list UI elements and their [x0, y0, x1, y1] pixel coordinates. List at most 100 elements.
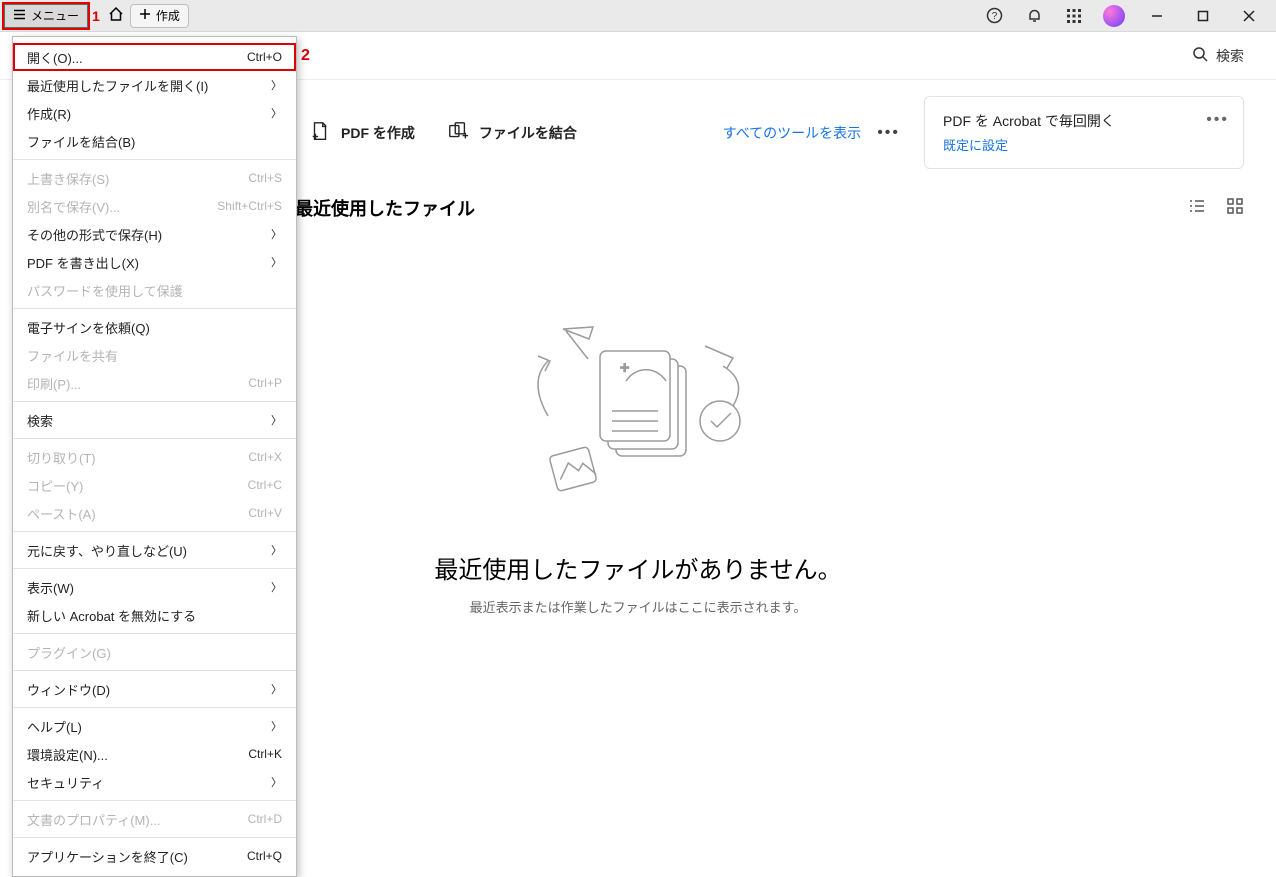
menu-item[interactable]: 元に戻す、やり直しなど(U) 〉	[13, 536, 296, 564]
titlebar: メニュー 1 作成 ?	[0, 0, 1276, 32]
menu-item: コピー(Y) Ctrl+C	[13, 471, 296, 499]
menu-separator	[13, 568, 296, 569]
chevron-right-icon: 〉	[271, 77, 282, 93]
menu-item-label: その他の形式で保存(H)	[27, 225, 162, 244]
window-close-button[interactable]	[1226, 0, 1272, 32]
menu-separator	[13, 438, 296, 439]
menu-item-label: ファイルを共有	[27, 346, 118, 365]
create-button-label: 作成	[156, 7, 180, 24]
create-pdf-icon	[309, 120, 331, 145]
menu-separator	[13, 837, 296, 838]
menu-separator	[13, 401, 296, 402]
menu-item-label: ウィンドウ(D)	[27, 680, 110, 699]
menu-item-label: プラグイン(G)	[27, 643, 111, 662]
menu-separator	[13, 531, 296, 532]
menu-item: ペースト(A)Ctrl+V	[13, 499, 296, 527]
menu-item[interactable]: その他の形式で保存(H)〉	[13, 220, 296, 248]
menu-item-shortcut: Ctrl+C	[248, 478, 282, 492]
tool-combine[interactable]: ファイルを結合	[443, 96, 581, 169]
apps-grid-icon[interactable]	[1054, 0, 1094, 32]
menu-item-label: 最近使用したファイルを開く(I)	[27, 76, 208, 95]
menu-item-shortcut: Ctrl+X	[248, 450, 282, 464]
chevron-right-icon: 〉	[271, 579, 282, 595]
menu-item-shortcut: Ctrl+S	[248, 171, 282, 185]
view-list-icon[interactable]	[1188, 197, 1206, 220]
menu-item[interactable]: 開く(O)... Ctrl+O	[13, 43, 296, 71]
menu-item[interactable]: ファイルを結合(B)	[13, 127, 296, 155]
menu-item[interactable]: 表示(W)〉	[13, 573, 296, 601]
menu-button[interactable]: メニュー	[4, 4, 88, 28]
chevron-right-icon: 〉	[271, 718, 282, 734]
promo-title: PDF を Acrobat で毎回開く	[943, 111, 1183, 131]
menu-item: 印刷(P)...Ctrl+P	[13, 369, 296, 397]
menu-button-label: メニュー	[31, 7, 79, 24]
menu-item-label: パスワードを使用して保護	[27, 281, 183, 300]
menu-item-label: 環境設定(N)...	[27, 745, 108, 764]
create-button[interactable]: 作成	[130, 4, 189, 28]
menu-separator	[13, 800, 296, 801]
chevron-right-icon: 〉	[271, 542, 282, 558]
menu-item[interactable]: アプリケーションを終了(C) Ctrl+Q	[13, 842, 296, 870]
menu-item[interactable]: 新しい Acrobat を無効にする	[13, 601, 296, 629]
menu-item[interactable]: 最近使用したファイルを開く(I) 〉	[13, 71, 296, 99]
menu-item-label: 元に戻す、やり直しなど(U)	[27, 541, 187, 560]
tool-combine-label: ファイルを結合	[479, 123, 577, 143]
account-avatar[interactable]	[1094, 0, 1134, 32]
svg-text:+: +	[620, 360, 629, 377]
annotation-2: 2	[301, 47, 310, 65]
menu-item-label: アプリケーションを終了(C)	[27, 847, 188, 866]
menu-item[interactable]: 電子サインを依頼(Q)	[13, 313, 296, 341]
menu-item-label: 文書のプロパティ(M)...	[27, 810, 161, 829]
menu-item-label: 上書き保存(S)	[27, 169, 109, 188]
see-all-tools-link[interactable]: すべてのツールを表示	[723, 123, 861, 143]
bell-icon[interactable]	[1014, 0, 1054, 32]
menu-item-label: 新しい Acrobat を無効にする	[27, 606, 196, 625]
tools-more-icon[interactable]: •••	[877, 124, 900, 142]
menu-item[interactable]: セキュリティ〉	[13, 768, 296, 796]
menu-item-label: 検索	[27, 411, 53, 430]
chevron-right-icon: 〉	[271, 254, 282, 270]
menu-separator	[13, 633, 296, 634]
menu-item-label: コピー(Y)	[27, 476, 83, 495]
menu-item-shortcut: Ctrl+O	[247, 50, 282, 64]
combine-icon	[447, 120, 469, 145]
promo-action-link[interactable]: 既定に設定	[943, 135, 1183, 154]
menu-item-shortcut: Ctrl+Q	[247, 849, 282, 863]
menu-item: プラグイン(G)	[13, 638, 296, 666]
help-icon[interactable]: ?	[974, 0, 1014, 32]
empty-heading: 最近使用したファイルがありません。	[434, 550, 841, 585]
menu-item[interactable]: 作成(R)〉	[13, 99, 296, 127]
menu-item[interactable]: 検索〉	[13, 406, 296, 434]
empty-subtext: 最近表示または作業したファイルはここに表示されます。	[470, 597, 807, 616]
search-button[interactable]: 検索	[1192, 46, 1244, 66]
menu-item-label: 別名で保存(V)...	[27, 197, 120, 216]
menu-item: 上書き保存(S) Ctrl+S	[13, 164, 296, 192]
menu-item-label: 作成(R)	[27, 104, 71, 123]
menu-item[interactable]: PDF を書き出し(X)〉	[13, 248, 296, 276]
menu-item[interactable]: ヘルプ(L) 〉	[13, 712, 296, 740]
menu-item-label: 開く(O)...	[27, 48, 83, 67]
window-maximize-button[interactable]	[1180, 0, 1226, 32]
search-icon	[1192, 46, 1208, 65]
menu-item-label: ヘルプ(L)	[27, 717, 82, 736]
main-menu-dropdown: 開く(O)...Ctrl+O最近使用したファイルを開く(I)〉作成(R)〉ファイ…	[12, 36, 297, 877]
tool-create-pdf-label: PDF を作成	[341, 123, 415, 143]
view-grid-icon[interactable]	[1226, 197, 1244, 220]
empty-illustration-icon: +	[508, 311, 768, 526]
recent-files-heading: 最近使用したファイル	[295, 195, 475, 221]
menu-item-shortcut: Ctrl+K	[248, 747, 282, 761]
menu-item[interactable]: ウィンドウ(D)〉	[13, 675, 296, 703]
tool-create-pdf[interactable]: PDF を作成	[305, 96, 419, 169]
hamburger-icon	[13, 8, 26, 24]
menu-item[interactable]: 環境設定(N)... Ctrl+K	[13, 740, 296, 768]
window-minimize-button[interactable]	[1134, 0, 1180, 32]
menu-separator	[13, 707, 296, 708]
menu-item-label: ペースト(A)	[27, 504, 96, 523]
plus-icon	[139, 8, 151, 23]
home-button[interactable]	[104, 4, 128, 28]
menu-item: 別名で保存(V)...Shift+Ctrl+S	[13, 192, 296, 220]
promo-more-icon[interactable]: •••	[1206, 111, 1229, 129]
chevron-right-icon: 〉	[271, 774, 282, 790]
menu-item: 文書のプロパティ(M)...Ctrl+D	[13, 805, 296, 833]
menu-item: 切り取り(T)Ctrl+X	[13, 443, 296, 471]
